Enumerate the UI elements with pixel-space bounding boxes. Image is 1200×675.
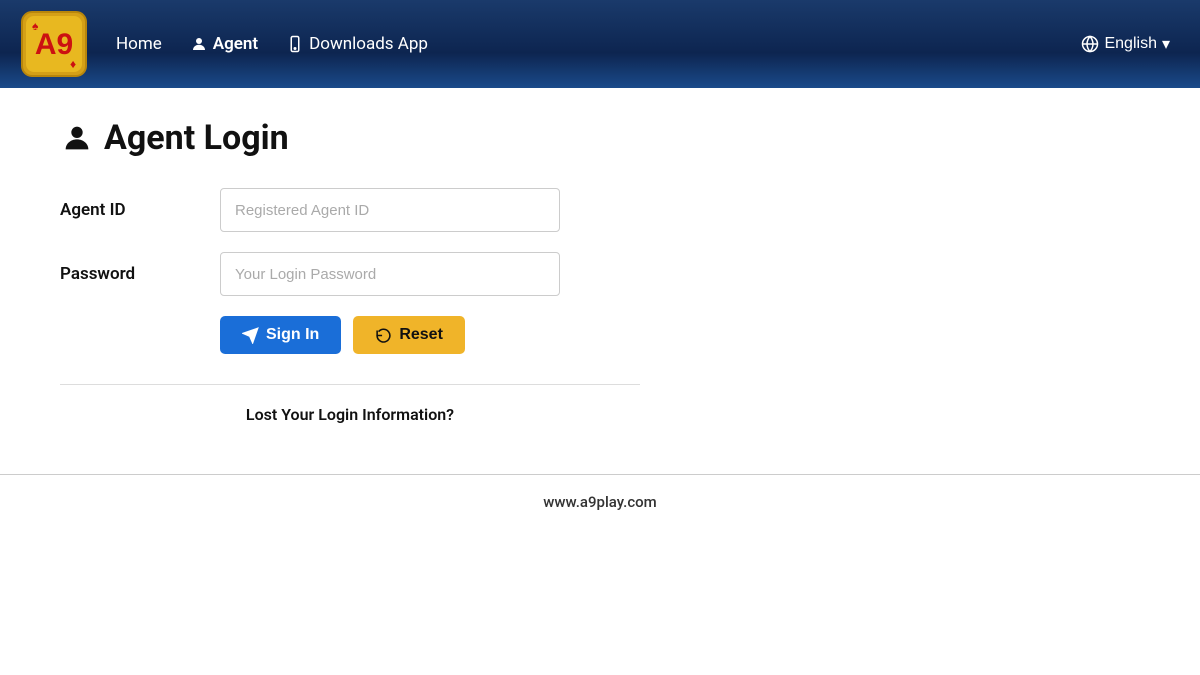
footer: www.a9play.com — [0, 493, 1200, 531]
person-icon — [60, 121, 94, 155]
nav-downloads-label: Downloads App — [309, 34, 428, 54]
logo[interactable]: A9 ♠ ♦ — [20, 10, 88, 78]
signin-label: Sign In — [266, 326, 319, 344]
svg-text:♠: ♠ — [32, 19, 39, 33]
lost-info: Lost Your Login Information? — [60, 405, 640, 424]
signin-icon — [242, 327, 259, 344]
reset-button[interactable]: Reset — [353, 316, 465, 354]
password-row: Password — [60, 252, 660, 296]
footer-website: www.a9play.com — [543, 493, 656, 511]
form-buttons: Sign In Reset — [220, 316, 660, 354]
signin-button[interactable]: Sign In — [220, 316, 341, 354]
nav-agent[interactable]: Agent — [180, 28, 268, 60]
form-divider — [60, 384, 640, 385]
page-title-text: Agent Login — [104, 118, 289, 158]
reset-icon — [375, 327, 392, 344]
navbar: A9 ♠ ♦ Home Agent Downloads App — [0, 0, 1200, 88]
svg-text:♦: ♦ — [70, 57, 76, 71]
page-title: Agent Login — [60, 118, 1140, 158]
lost-info-link[interactable]: Lost Your Login Information? — [246, 405, 454, 424]
agent-id-input[interactable] — [220, 188, 560, 232]
nav-home[interactable]: Home — [106, 28, 172, 60]
nav-links: Home Agent Downloads App — [106, 28, 438, 60]
footer-divider — [0, 474, 1200, 475]
chevron-down-icon: ▾ — [1162, 34, 1170, 54]
nav-downloads[interactable]: Downloads App — [276, 28, 438, 60]
login-form: Agent ID Password Sign In Reset — [60, 188, 660, 424]
password-input[interactable] — [220, 252, 560, 296]
nav-right: English ▾ — [1071, 28, 1180, 60]
password-label: Password — [60, 264, 220, 284]
reset-label: Reset — [399, 326, 443, 344]
svg-text:A9: A9 — [35, 28, 73, 61]
nav-agent-label: Agent — [213, 34, 258, 54]
language-button[interactable]: English ▾ — [1071, 28, 1180, 60]
globe-icon — [1081, 35, 1099, 53]
agent-icon — [190, 35, 208, 53]
phone-icon — [286, 35, 304, 53]
agent-id-row: Agent ID — [60, 188, 660, 232]
language-label: English — [1104, 35, 1156, 53]
agent-id-label: Agent ID — [60, 200, 220, 220]
main-content: Agent Login Agent ID Password Sign In — [0, 88, 1200, 474]
